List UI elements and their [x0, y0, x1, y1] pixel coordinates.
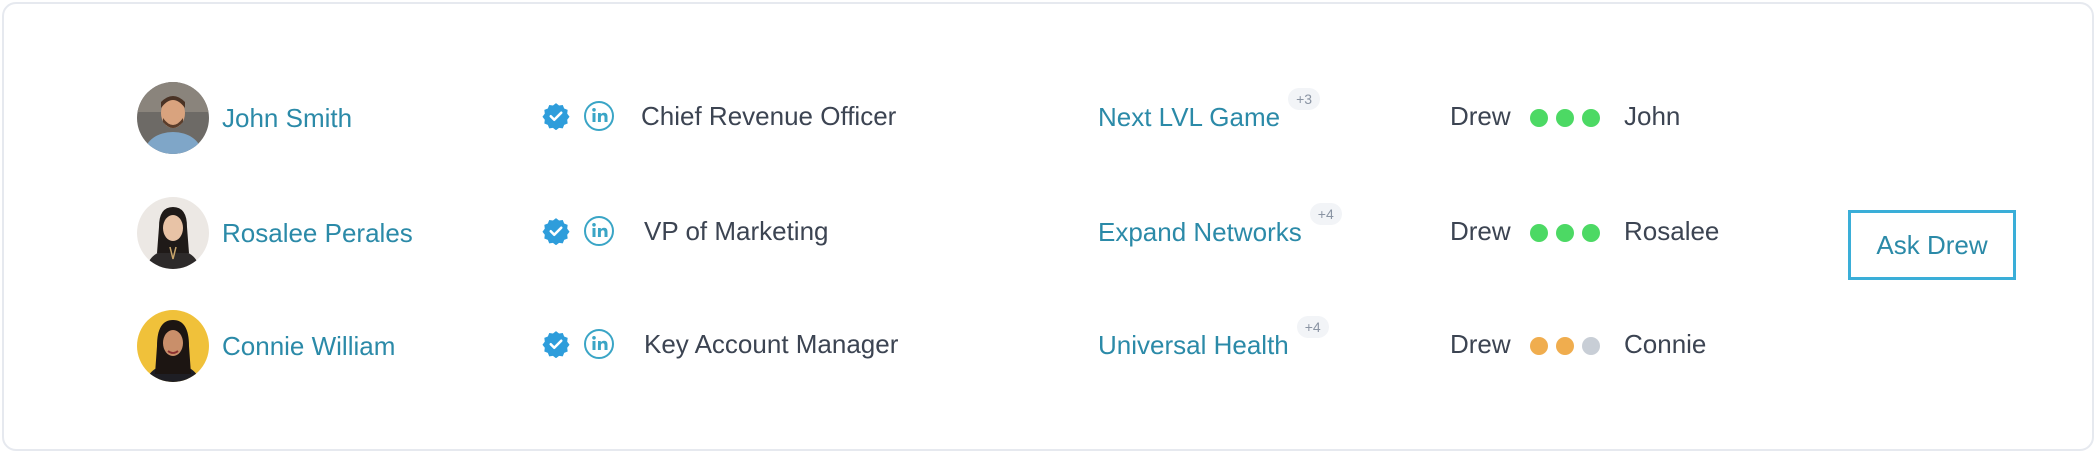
- strength-dot: [1556, 224, 1574, 242]
- avatar[interactable]: [137, 310, 209, 382]
- strength-dot: [1530, 109, 1548, 127]
- strength-dot: [1556, 109, 1574, 127]
- connection-strength-indicator: [1530, 337, 1600, 355]
- verified-badge-icon: [542, 218, 570, 245]
- job-title: VP of Marketing: [644, 216, 829, 246]
- company-link[interactable]: Next LVL Game +3: [1098, 88, 1321, 133]
- contact-name-link[interactable]: John Smith: [222, 103, 352, 134]
- ask-drew-button[interactable]: Ask Drew: [1848, 210, 2016, 280]
- job-title: Key Account Manager: [644, 329, 899, 359]
- job-title: Chief Revenue Officer: [641, 101, 897, 131]
- contacts-card: John Smith Chief Revenue Officer Next LV…: [2, 2, 2094, 451]
- company-name[interactable]: Universal Health: [1098, 330, 1289, 361]
- linkedin-icon[interactable]: [583, 215, 615, 247]
- avatar[interactable]: [137, 82, 209, 154]
- contact-first-name: John: [1624, 101, 1681, 131]
- company-name[interactable]: Expand Networks: [1098, 217, 1302, 248]
- contact-name-link[interactable]: Connie William: [222, 331, 395, 362]
- more-companies-badge[interactable]: +4: [1296, 316, 1329, 338]
- avatar[interactable]: [137, 197, 209, 269]
- verified-badge-icon: [542, 103, 570, 130]
- contact-name-link[interactable]: Rosalee Perales: [222, 218, 413, 249]
- more-companies-badge[interactable]: +4: [1309, 203, 1342, 225]
- more-companies-badge[interactable]: +3: [1288, 88, 1321, 110]
- strength-dot: [1582, 224, 1600, 242]
- introducer-name: Drew: [1450, 329, 1511, 359]
- connection-strength-indicator: [1530, 224, 1600, 242]
- contact-row-connie-william: Connie William Key Account Manager Unive…: [4, 310, 2092, 384]
- strength-dot: [1530, 337, 1548, 355]
- introducer-name: Drew: [1450, 216, 1511, 246]
- company-link[interactable]: Expand Networks +4: [1098, 203, 1342, 248]
- strength-dot: [1582, 337, 1600, 355]
- connection-strength-indicator: [1530, 109, 1600, 127]
- verified-badge-icon: [542, 331, 570, 358]
- linkedin-icon[interactable]: [583, 328, 615, 360]
- strength-dot: [1530, 224, 1548, 242]
- contact-row-john-smith: John Smith Chief Revenue Officer Next LV…: [4, 82, 2092, 156]
- contact-first-name: Rosalee: [1624, 216, 1720, 246]
- company-name[interactable]: Next LVL Game: [1098, 102, 1280, 133]
- company-link[interactable]: Universal Health +4: [1098, 316, 1329, 361]
- contact-first-name: Connie: [1624, 329, 1707, 359]
- introducer-name: Drew: [1450, 101, 1511, 131]
- strength-dot: [1582, 109, 1600, 127]
- linkedin-icon[interactable]: [583, 100, 615, 132]
- strength-dot: [1556, 337, 1574, 355]
- contact-row-rosalee-perales: Rosalee Perales VP of Marketing Expand N…: [4, 197, 2092, 271]
